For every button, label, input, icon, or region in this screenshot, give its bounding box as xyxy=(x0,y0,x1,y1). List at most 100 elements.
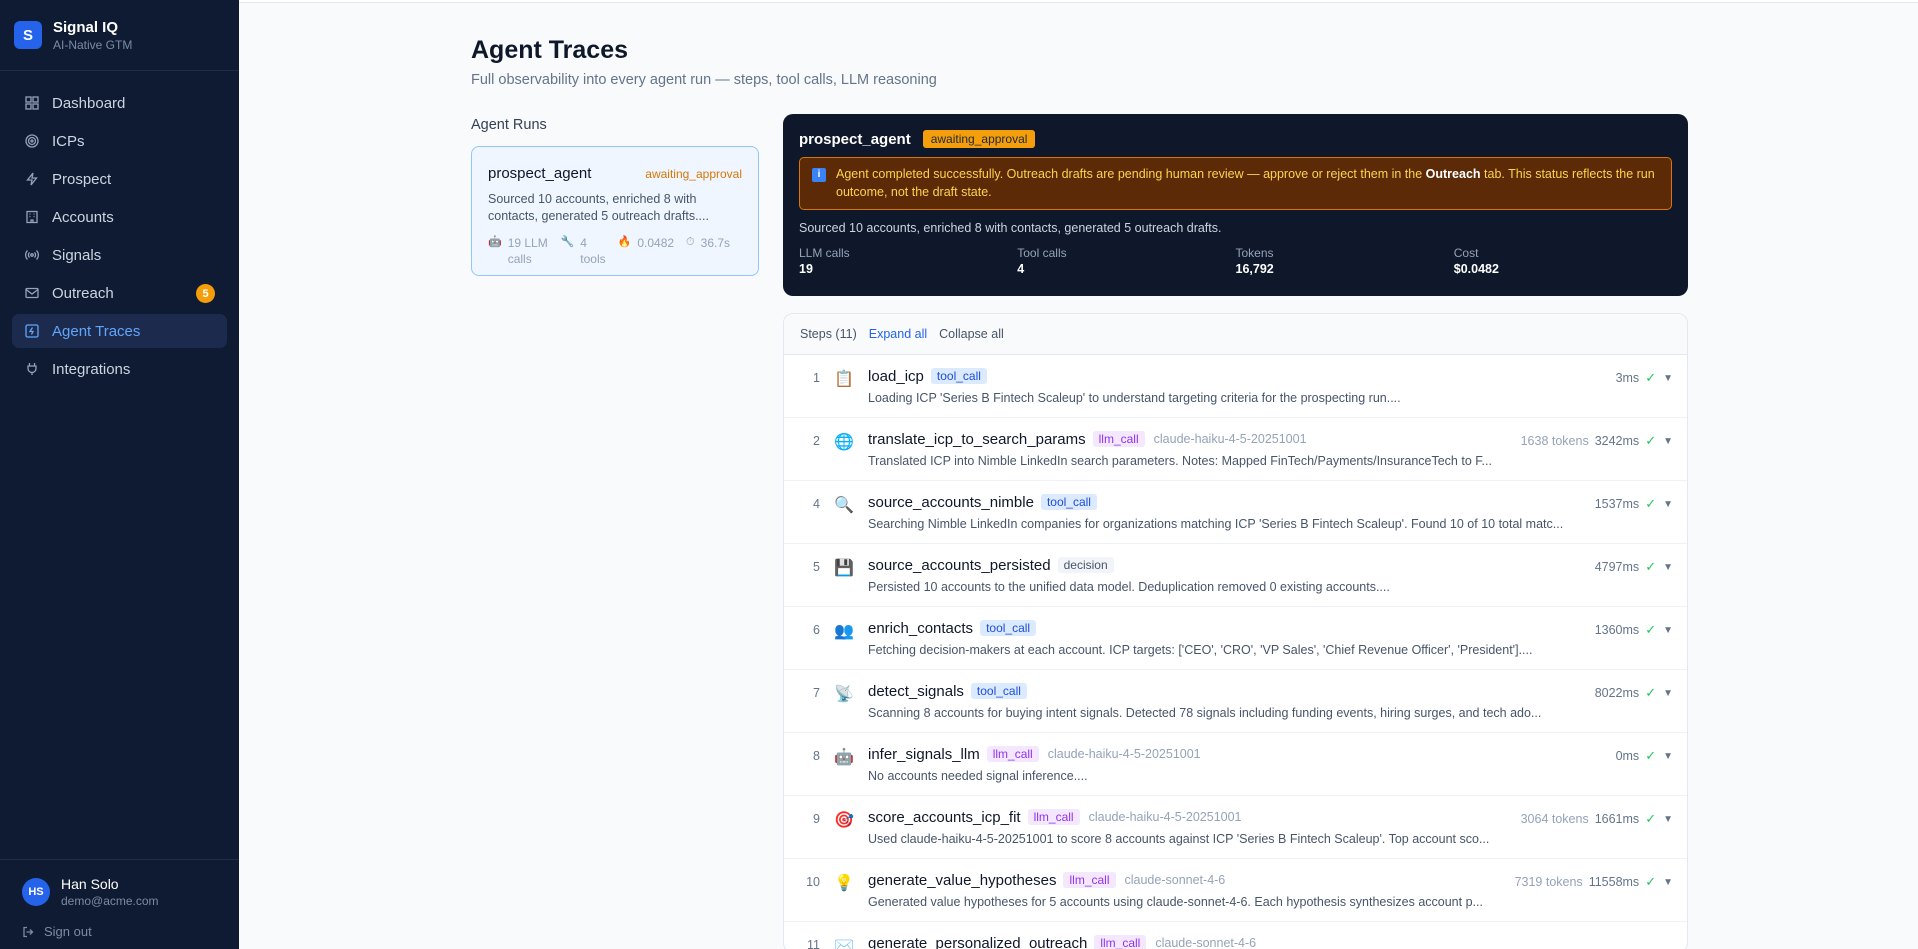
step-number: 2 xyxy=(813,434,820,448)
brand[interactable]: S Signal IQ AI-Native GTM xyxy=(0,0,239,71)
metric-label: Tokens xyxy=(1235,246,1274,260)
brand-tagline: AI-Native GTM xyxy=(53,37,133,52)
step-description: Generated value hypotheses for 5 account… xyxy=(868,895,1483,909)
expand-all-button[interactable]: Expand all xyxy=(869,327,927,341)
sidebar-item-icps[interactable]: ICPs xyxy=(12,124,227,158)
step-row[interactable]: 1 📋 load_icp tool_call Loading ICP 'Series B… xyxy=(784,355,1687,418)
user-email: demo@acme.com xyxy=(61,894,159,908)
step-tokens: 1638 tokens xyxy=(1520,434,1589,448)
step-type-tag: llm_call xyxy=(1063,872,1116,888)
step-type-tag: tool_call xyxy=(980,620,1037,636)
trace-icon xyxy=(24,323,40,339)
step-duration: 8022ms xyxy=(1594,686,1640,700)
broadcast-icon xyxy=(24,247,40,263)
step-description: No accounts needed signal inference.... xyxy=(868,769,1088,783)
sidebar-item-label: Accounts xyxy=(52,208,114,226)
step-number: 8 xyxy=(813,749,820,763)
step-number: 4 xyxy=(813,497,820,511)
metric-value: 4 xyxy=(1017,262,1025,276)
user-name: Han Solo xyxy=(61,876,119,892)
metric-tokens: Tokens 16,792 xyxy=(1236,246,1454,276)
step-row[interactable]: 2 🌐 translate_icp_to_search_params llm_call… xyxy=(784,418,1687,481)
run-description: Sourced 10 accounts, enriched 8 with con… xyxy=(488,192,709,223)
step-title: enrich_contacts xyxy=(868,619,974,637)
logout-icon xyxy=(23,926,34,937)
step-model: claude-haiku-4-5-20251001 xyxy=(1047,747,1201,761)
sidebar-item-label: Signals xyxy=(52,246,102,264)
sidebar-item-prospect[interactable]: Prospect xyxy=(12,162,227,196)
step-number: 6 xyxy=(813,623,820,637)
step-row[interactable]: 4 🔍 source_accounts_nimble tool_call Searchi… xyxy=(784,481,1687,544)
satellite-icon: 📡 xyxy=(834,686,854,703)
sidebar: S Signal IQ AI-Native GTM Dashboard ICPs P… xyxy=(0,0,239,949)
step-type-tag: decision xyxy=(1057,557,1114,573)
summary-status-badge: awaiting_approval xyxy=(922,130,1036,148)
step-row[interactable]: 9 🎯 score_accounts_icp_fit llm_call claude-h… xyxy=(784,796,1687,859)
step-model: claude-haiku-4-5-20251001 xyxy=(1153,432,1307,446)
chevron-down-icon[interactable]: ▼ xyxy=(1663,877,1673,888)
outreach-count-badge: 5 xyxy=(196,284,215,303)
people-icon: 👥 xyxy=(834,623,854,640)
check-icon: ✓ xyxy=(1645,370,1657,385)
notice-outreach-link[interactable]: Outreach xyxy=(1426,167,1481,181)
sidebar-item-signals[interactable]: Signals xyxy=(12,238,227,272)
step-title: infer_signals_llm xyxy=(868,745,980,763)
chevron-down-icon[interactable]: ▼ xyxy=(1663,562,1673,573)
status-notice: i Agent completed successfully. Outreach… xyxy=(799,157,1672,210)
chevron-down-icon[interactable]: ▼ xyxy=(1663,373,1673,384)
user-profile[interactable]: HS Han Solo demo@acme.com xyxy=(22,876,217,908)
steps-header: Steps (11) Expand all Collapse all xyxy=(784,314,1687,355)
run-summary-panel: prospect_agent awaiting_approval i Agent… xyxy=(783,114,1688,296)
agent-run-card[interactable]: prospect_agent awaiting_approval Sourced… xyxy=(471,146,759,276)
page-subtitle: Full observability into every agent run … xyxy=(471,72,937,88)
step-row[interactable]: 8 🤖 infer_signals_llm llm_call claude-haiku-… xyxy=(784,733,1687,796)
chevron-down-icon[interactable]: ▼ xyxy=(1663,751,1673,762)
run-status: awaiting_approval xyxy=(645,166,742,181)
robot-icon: 🤖 xyxy=(834,749,854,766)
chevron-down-icon[interactable]: ▼ xyxy=(1663,688,1673,699)
chevron-down-icon[interactable]: ▼ xyxy=(1663,814,1673,825)
lightbulb-icon: 💡 xyxy=(834,875,854,892)
sidebar-item-label: Agent Traces xyxy=(52,322,141,340)
step-row[interactable]: 11 ✉️ generate_personalized_outreach llm_ca… xyxy=(784,922,1687,949)
sidebar-item-accounts[interactable]: Accounts xyxy=(12,200,227,234)
metric-llm-calls: LLM calls 19 xyxy=(799,246,1017,276)
step-title: detect_signals xyxy=(868,682,964,700)
metric-label: LLM calls xyxy=(799,246,850,260)
collapse-all-button[interactable]: Collapse all xyxy=(939,327,1004,341)
run-duration: ⏱ 36.7s xyxy=(686,235,730,250)
step-row[interactable]: 6 👥 enrich_contacts tool_call Fetching decis… xyxy=(784,607,1687,670)
floppy-disk-icon: 💾 xyxy=(834,560,854,577)
check-icon: ✓ xyxy=(1645,496,1657,511)
page-title: Agent Traces xyxy=(471,36,629,64)
chevron-down-icon[interactable]: ▼ xyxy=(1663,499,1673,510)
sidebar-item-dashboard[interactable]: Dashboard xyxy=(12,86,227,120)
check-icon: ✓ xyxy=(1645,748,1657,763)
metric-label: Tool calls xyxy=(1017,246,1067,260)
sidebar-item-agent-traces[interactable]: Agent Traces xyxy=(12,314,227,348)
avatar: HS xyxy=(22,878,50,906)
step-row[interactable]: 7 📡 detect_signals tool_call Scanning 8 acco… xyxy=(784,670,1687,733)
chevron-down-icon[interactable]: ▼ xyxy=(1663,436,1673,447)
sidebar-item-label: Dashboard xyxy=(52,94,126,112)
sidebar-item-outreach[interactable]: Outreach 5 xyxy=(12,276,227,310)
chevron-down-icon[interactable]: ▼ xyxy=(1663,625,1673,636)
step-duration: 3242ms xyxy=(1594,434,1640,448)
brand-logo: S xyxy=(14,21,42,49)
metric-tool-calls: Tool calls 4 xyxy=(1017,246,1235,276)
step-duration: 0ms xyxy=(1615,749,1640,763)
step-description: Scanning 8 accounts for buying intent si… xyxy=(868,706,1542,720)
step-duration: 3ms xyxy=(1615,371,1640,385)
sidebar-footer: HS Han Solo demo@acme.com Sign out xyxy=(0,859,239,949)
step-duration: 1537ms xyxy=(1594,497,1640,511)
sidebar-item-integrations[interactable]: Integrations xyxy=(12,352,227,386)
step-type-tag: llm_call xyxy=(986,746,1039,762)
signout-button[interactable]: Sign out xyxy=(22,924,217,939)
step-description: Fetching decision-makers at each account… xyxy=(868,643,1533,657)
metric-cost: Cost $0.0482 xyxy=(1454,246,1672,276)
step-row[interactable]: 5 💾 source_accounts_persisted decision Persi… xyxy=(784,544,1687,607)
summary-description: Sourced 10 accounts, enriched 8 with con… xyxy=(799,221,1222,235)
step-row[interactable]: 10 💡 generate_value_hypotheses llm_call clau… xyxy=(784,859,1687,922)
metric-label: Cost xyxy=(1453,246,1479,260)
sidebar-item-label: ICPs xyxy=(52,132,85,150)
